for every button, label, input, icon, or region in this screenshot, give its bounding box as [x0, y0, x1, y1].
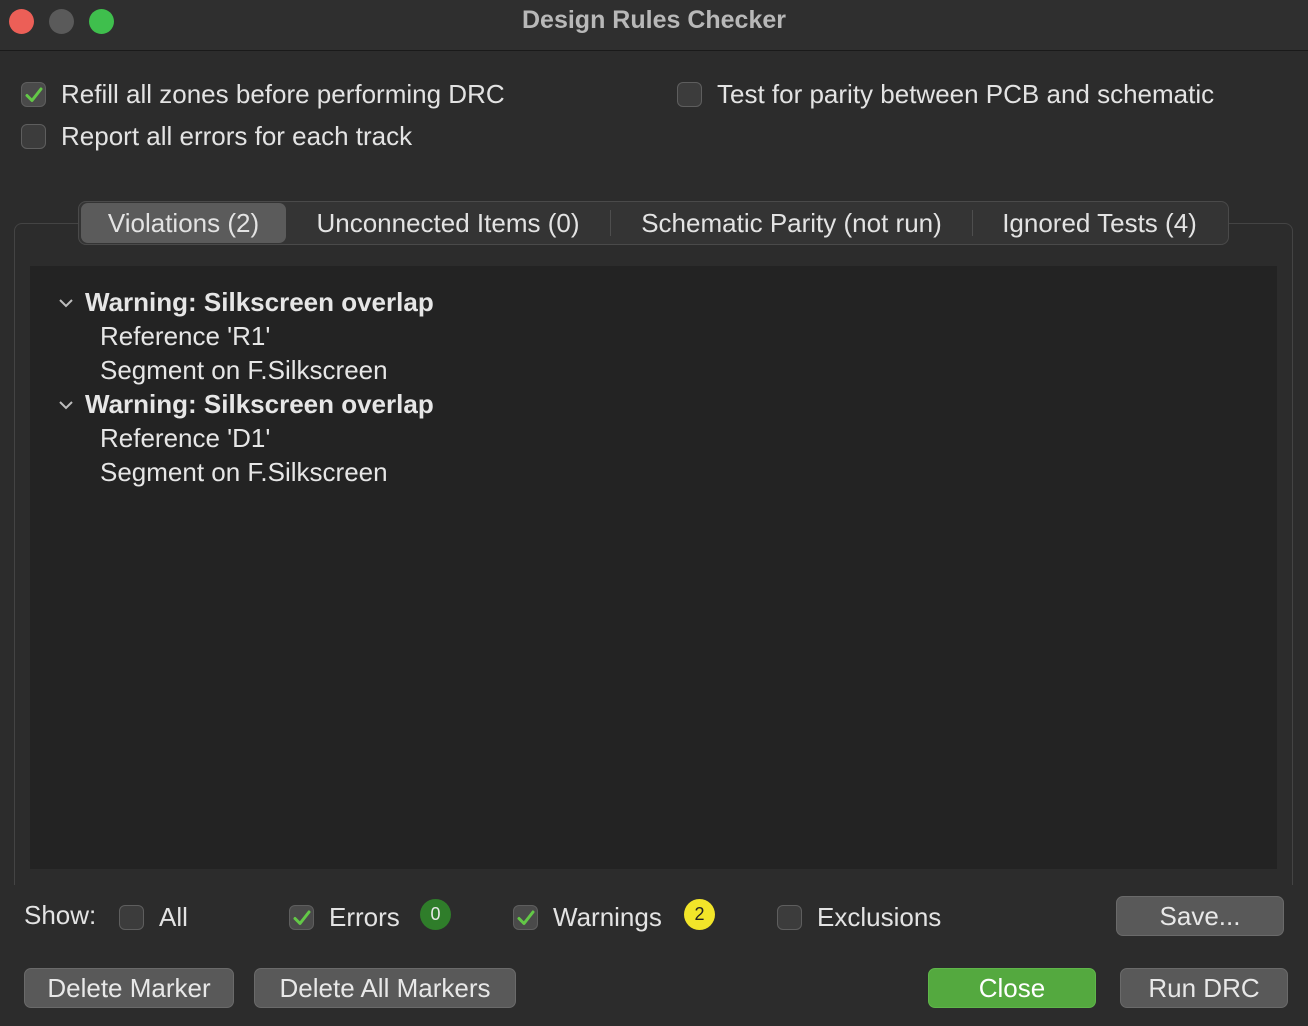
window-title: Design Rules Checker: [522, 6, 786, 34]
show-label: Show:: [24, 900, 97, 930]
checkmark-icon: [293, 910, 310, 925]
checkmark-icon: [25, 87, 42, 102]
violation-item[interactable]: Reference 'R1': [100, 321, 270, 352]
parity-checkbox[interactable]: [677, 82, 702, 107]
tab-bar: Violations (2) Unconnected Items (0) Sch…: [78, 201, 1229, 245]
refill-zones-checkbox[interactable]: [21, 82, 46, 107]
chevron-down-icon[interactable]: [58, 397, 74, 413]
save-button[interactable]: Save...: [1116, 896, 1284, 936]
show-all-label: All: [159, 902, 188, 932]
tab-violations-label: Violations (2): [107, 207, 260, 238]
show-exclusions-checkbox[interactable]: [777, 905, 802, 930]
show-all-option[interactable]: All: [119, 902, 188, 933]
title-bar: Design Rules Checker: [0, 0, 1308, 51]
refill-zones-option[interactable]: Refill all zones before performing DRC: [21, 79, 505, 110]
tab-schematic-parity-label: Schematic Parity (not run): [641, 207, 942, 238]
chevron-down-icon[interactable]: [58, 295, 74, 311]
tab-ignored-tests-label: Ignored Tests (4): [1002, 207, 1197, 238]
parity-option[interactable]: Test for parity between PCB and schemati…: [677, 79, 1214, 110]
tab-ignored-tests[interactable]: Ignored Tests (4): [973, 203, 1226, 243]
show-exclusions-label: Exclusions: [817, 902, 942, 932]
violation-title[interactable]: Warning: Silkscreen overlap: [85, 287, 434, 318]
show-errors-label: Errors: [329, 902, 400, 932]
checkmark-icon: [517, 910, 534, 925]
violation-item[interactable]: Segment on F.Silkscreen: [100, 355, 388, 386]
violation-title[interactable]: Warning: Silkscreen overlap: [85, 389, 434, 420]
tab-unconnected-items[interactable]: Unconnected Items (0): [286, 203, 610, 243]
errors-count-badge: 0: [420, 899, 451, 930]
show-warnings-label: Warnings: [553, 902, 662, 932]
violations-list[interactable]: Warning: Silkscreen overlap Reference 'R…: [30, 266, 1277, 869]
delete-marker-button[interactable]: Delete Marker: [24, 968, 234, 1008]
violation-item[interactable]: Reference 'D1': [100, 423, 270, 454]
warnings-count-badge: 2: [684, 899, 715, 930]
show-errors-option[interactable]: Errors: [289, 902, 400, 933]
report-all-errors-option[interactable]: Report all errors for each track: [21, 121, 412, 152]
show-warnings-option[interactable]: Warnings: [513, 902, 662, 933]
violation-item[interactable]: Segment on F.Silkscreen: [100, 457, 388, 488]
tab-violations[interactable]: Violations (2): [81, 203, 286, 243]
tab-schematic-parity[interactable]: Schematic Parity (not run): [611, 203, 972, 243]
tab-unconnected-items-label: Unconnected Items (0): [316, 207, 580, 238]
show-warnings-checkbox[interactable]: [513, 905, 538, 930]
report-all-errors-label: Report all errors for each track: [61, 121, 413, 151]
show-all-checkbox[interactable]: [119, 905, 144, 930]
close-button[interactable]: Close: [928, 968, 1096, 1008]
delete-all-markers-button[interactable]: Delete All Markers: [254, 968, 516, 1008]
refill-zones-label: Refill all zones before performing DRC: [61, 79, 505, 109]
show-exclusions-option[interactable]: Exclusions: [777, 902, 941, 933]
parity-label: Test for parity between PCB and schemati…: [717, 79, 1215, 109]
show-errors-checkbox[interactable]: [289, 905, 314, 930]
run-drc-button[interactable]: Run DRC: [1120, 968, 1288, 1008]
report-all-errors-checkbox[interactable]: [21, 124, 46, 149]
